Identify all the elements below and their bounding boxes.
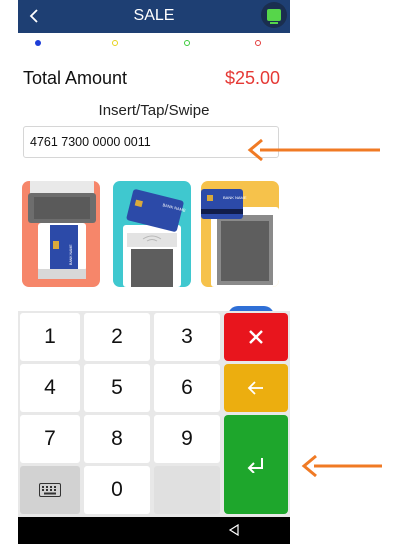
keyboard-toggle-button[interactable] bbox=[20, 466, 80, 514]
swipe-card-bank-text: BANK NAME bbox=[223, 195, 247, 200]
terminal-status-icon[interactable] bbox=[261, 2, 287, 28]
key-2[interactable]: 2 bbox=[84, 313, 150, 361]
close-icon bbox=[249, 330, 263, 344]
android-nav-bar bbox=[18, 517, 290, 544]
swipe-card-illustration: BANK NAME bbox=[201, 181, 279, 287]
key-6[interactable]: 6 bbox=[154, 364, 220, 412]
app-header: SALE bbox=[18, 0, 290, 33]
step-dot-2 bbox=[112, 40, 118, 46]
key-3[interactable]: 3 bbox=[154, 313, 220, 361]
step-dot-4 bbox=[255, 40, 261, 46]
step-dot-1 bbox=[35, 40, 41, 46]
key-5[interactable]: 5 bbox=[84, 364, 150, 412]
key-9[interactable]: 9 bbox=[154, 415, 220, 463]
step-indicator bbox=[18, 37, 290, 51]
arrow-left-icon bbox=[247, 381, 263, 395]
page-title: SALE bbox=[133, 7, 175, 24]
nav-back-triangle-icon[interactable] bbox=[228, 524, 240, 536]
step-dot-3 bbox=[184, 40, 190, 46]
pos-terminal-screen: SALE Total Amount $25.00 Insert/Tap/Swip… bbox=[18, 0, 290, 544]
blank-key bbox=[154, 466, 220, 514]
insert-card-illustration: BANK NAME bbox=[22, 181, 100, 287]
enter-icon bbox=[247, 457, 263, 473]
keyboard-icon bbox=[39, 483, 61, 497]
enter-button[interactable] bbox=[224, 415, 288, 514]
card-number-field[interactable]: 4761 7300 0000 0011 bbox=[23, 126, 279, 158]
clear-button[interactable] bbox=[224, 313, 288, 361]
key-1[interactable]: 1 bbox=[20, 313, 80, 361]
numeric-keypad: 1 2 3 4 5 6 7 8 9 0 bbox=[18, 311, 290, 517]
insert-card-bank-text: BANK NAME bbox=[69, 244, 73, 265]
key-4[interactable]: 4 bbox=[20, 364, 80, 412]
tap-card-illustration: BANK NAME bbox=[113, 181, 191, 287]
key-7[interactable]: 7 bbox=[20, 415, 80, 463]
card-instruction: Insert/Tap/Swipe bbox=[98, 102, 210, 119]
card-field-annotation-arrow-icon bbox=[247, 138, 380, 162]
total-amount-value: $25.00 bbox=[224, 68, 280, 88]
key-8[interactable]: 8 bbox=[84, 415, 150, 463]
enter-key-annotation-arrow-icon bbox=[301, 454, 382, 478]
key-0[interactable]: 0 bbox=[84, 466, 150, 514]
backspace-button[interactable] bbox=[224, 364, 288, 412]
total-amount-label: Total Amount bbox=[23, 68, 128, 88]
